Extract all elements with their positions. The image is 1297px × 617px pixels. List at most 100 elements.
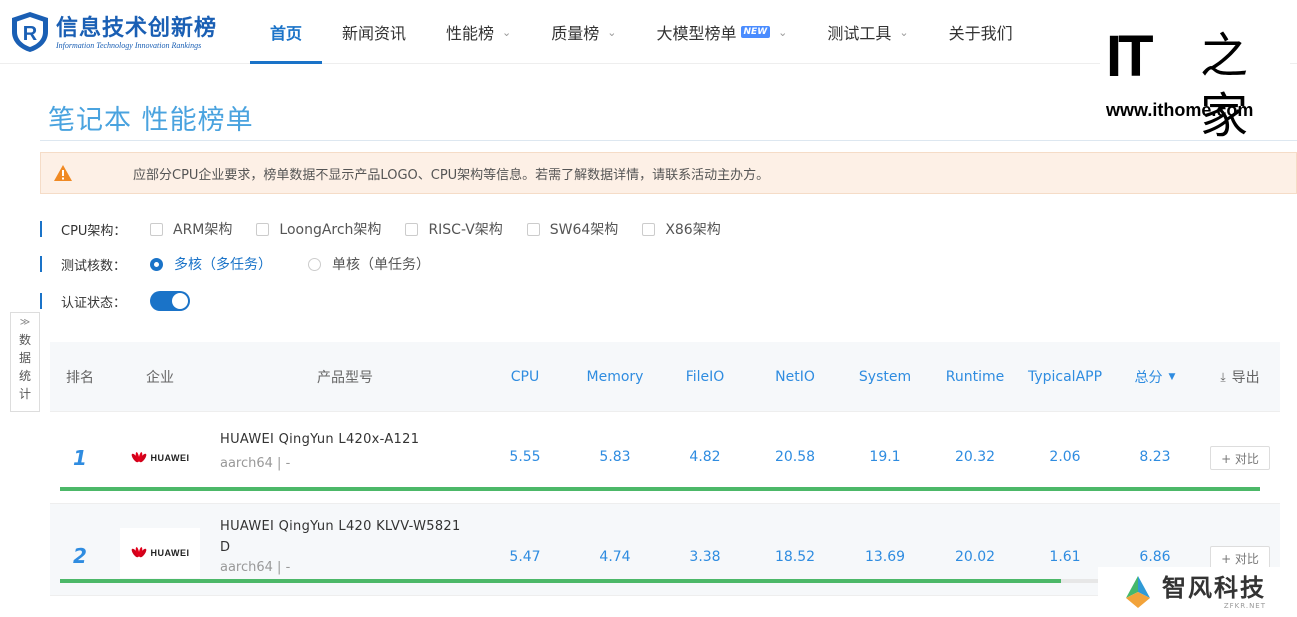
filter-label: 认证状态： bbox=[61, 295, 127, 311]
logo-subtitle: Information Technology Innovation Rankin… bbox=[56, 40, 202, 50]
header-system[interactable]: System bbox=[840, 342, 930, 412]
filter-marker bbox=[40, 293, 42, 309]
checkbox-box[interactable] bbox=[150, 222, 163, 236]
filter-label: 测试核数： bbox=[61, 258, 127, 274]
checkbox-arm[interactable]: ARM架构 bbox=[150, 219, 232, 239]
header-netio[interactable]: NetIO bbox=[750, 342, 840, 412]
radio-dot[interactable] bbox=[150, 257, 163, 271]
side-tab-label: 数据统计 bbox=[18, 333, 31, 401]
brand-name: HUAWEI bbox=[150, 548, 190, 558]
model-name[interactable]: HUAWEI QingYun L420x-A121 bbox=[220, 429, 490, 450]
model-cell: HUAWEI QingYun L420x-A121 aarch64 | - bbox=[220, 429, 490, 471]
ithome-home-mark: 之家 bbox=[1200, 28, 1249, 144]
ithome-url: www.ithome.com bbox=[1106, 100, 1254, 120]
model-cell: HUAWEI QingYun L420 KLVV-W5821 D aarch64… bbox=[220, 516, 490, 575]
cell-memory: 5.83 bbox=[599, 449, 631, 465]
download-icon: ⤓ bbox=[1220, 369, 1226, 384]
notice-alert: 应部分CPU企业要求，榜单数据不显示产品LOGO、CPU架构等信息。若需了解数据… bbox=[40, 152, 1297, 194]
nav-performance[interactable]: 性能榜 ⌄ bbox=[426, 0, 531, 64]
checkbox-riscv[interactable]: RISC-V架构 bbox=[405, 219, 503, 239]
cell-memory: 4.74 bbox=[599, 549, 631, 565]
warning-icon bbox=[43, 164, 83, 182]
sort-down-icon: ▼ bbox=[1168, 372, 1176, 382]
header-total[interactable]: 总分 ▼ bbox=[1110, 342, 1200, 412]
chevron-down-icon: ⌄ bbox=[607, 25, 617, 39]
chevron-down-icon: ⌄ bbox=[778, 25, 788, 39]
checkbox-box[interactable] bbox=[642, 222, 656, 236]
header-cpu[interactable]: CPU bbox=[480, 342, 570, 412]
nav-llm[interactable]: 大模型榜单 NEW ⌄ bbox=[637, 0, 808, 64]
certification-toggle[interactable] bbox=[150, 291, 190, 311]
checkbox-loongarch[interactable]: LoongArch架构 bbox=[256, 219, 381, 239]
cell-runtime: 20.02 bbox=[954, 549, 996, 565]
nav-home[interactable]: 首页 bbox=[250, 0, 323, 64]
header-typicalapp[interactable]: TypicalAPP bbox=[1020, 342, 1110, 412]
cell-netio: 18.52 bbox=[774, 549, 816, 565]
checkbox-box[interactable] bbox=[256, 222, 270, 236]
header-company: 企业 bbox=[146, 370, 174, 386]
zfkr-title: 智风科技 bbox=[1162, 574, 1266, 602]
zfkr-watermark: 智风科技 ZFKR.NET bbox=[1098, 567, 1297, 617]
filter-cpu-arch: CPU架构： ARM架构 LoongArch架构 RISC-V架构 SW64架构… bbox=[40, 217, 745, 241]
cell-total: 6.86 bbox=[1139, 549, 1171, 565]
new-badge: NEW bbox=[740, 26, 771, 38]
checkbox-box[interactable] bbox=[526, 222, 540, 236]
cell-netio: 20.58 bbox=[774, 449, 816, 465]
model-arch: aarch64 | - bbox=[220, 456, 291, 471]
filter-label: CPU架构： bbox=[61, 223, 127, 239]
chevron-down-icon: ⌄ bbox=[502, 25, 512, 39]
alert-message: 应部分CPU企业要求，榜单数据不显示产品LOGO、CPU架构等信息。若需了解数据… bbox=[133, 167, 770, 183]
brand-logo: HUAWEI bbox=[120, 433, 200, 483]
score-progress-bar bbox=[60, 579, 1260, 583]
filter-core-count: 测试核数： 多核（多任务） 单核（单任务） bbox=[40, 252, 466, 276]
checkbox-sw64[interactable]: SW64架构 bbox=[526, 219, 618, 239]
nav-about[interactable]: 关于我们 bbox=[929, 0, 1033, 64]
cell-fileio: 4.82 bbox=[689, 449, 721, 465]
cell-typicalapp: 1.61 bbox=[1049, 549, 1081, 565]
shield-logo-icon: R bbox=[12, 12, 48, 52]
cell-runtime: 20.32 bbox=[954, 449, 996, 465]
filter-marker bbox=[40, 221, 42, 237]
huawei-logo-icon bbox=[131, 452, 146, 463]
ithome-it-mark: IT bbox=[1106, 24, 1154, 89]
svg-text:R: R bbox=[23, 23, 38, 45]
filter-marker bbox=[40, 256, 42, 272]
header-runtime[interactable]: Runtime bbox=[930, 342, 1020, 412]
table-row: 2 HUAWEI HUAWEI QingYun L420 KLVV-W5821 … bbox=[50, 504, 1280, 596]
cell-fileio: 3.38 bbox=[689, 549, 721, 565]
header-rank: 排名 bbox=[66, 370, 94, 386]
cell-cpu: 5.55 bbox=[509, 449, 541, 465]
cell-typicalapp: 2.06 bbox=[1049, 449, 1081, 465]
zfkr-domain: ZFKR.NET bbox=[1223, 602, 1266, 610]
radio-single-core[interactable]: 单核（单任务） bbox=[308, 254, 430, 274]
export-button[interactable]: ⤓ 导出 bbox=[1200, 342, 1280, 412]
title-divider bbox=[40, 140, 1297, 141]
nav-tools[interactable]: 测试工具 ⌄ bbox=[807, 0, 928, 64]
filter-certification: 认证状态： bbox=[40, 289, 190, 313]
brand-name: HUAWEI bbox=[150, 453, 190, 463]
cell-cpu: 5.47 bbox=[509, 549, 541, 565]
zfkr-logo-icon bbox=[1126, 576, 1150, 608]
ranking-table: 排名 企业 产品型号 CPU Memory FileIO NetIO Syste… bbox=[50, 342, 1280, 596]
score-progress-fill bbox=[60, 487, 1260, 491]
chevron-down-icon: ⌄ bbox=[899, 25, 909, 39]
checkbox-x86[interactable]: X86架构 bbox=[642, 219, 721, 239]
data-stats-side-tab[interactable]: ≫ 数据统计 bbox=[10, 312, 40, 412]
page-title: 笔记本 性能榜单 bbox=[48, 105, 254, 136]
cell-system: 19.1 bbox=[869, 449, 901, 465]
radio-dot[interactable] bbox=[308, 257, 321, 271]
huawei-logo-icon bbox=[131, 547, 146, 558]
chevron-double-down-icon: ≫ bbox=[19, 317, 31, 328]
row-rank: 2 bbox=[73, 544, 87, 568]
checkbox-box[interactable] bbox=[405, 222, 419, 236]
compare-button[interactable]: + 对比 bbox=[1210, 446, 1270, 470]
nav-news[interactable]: 新闻资讯 bbox=[322, 0, 426, 64]
header-memory[interactable]: Memory bbox=[570, 342, 660, 412]
table-header: 排名 企业 产品型号 CPU Memory FileIO NetIO Syste… bbox=[50, 342, 1280, 412]
model-name[interactable]: HUAWEI QingYun L420 KLVV-W5821 D bbox=[220, 516, 475, 558]
header-fileio[interactable]: FileIO bbox=[660, 342, 750, 412]
radio-multi-core[interactable]: 多核（多任务） bbox=[150, 254, 272, 274]
nav-quality[interactable]: 质量榜 ⌄ bbox=[531, 0, 636, 64]
score-progress-fill bbox=[60, 579, 1061, 583]
site-logo[interactable]: R 信息技术创新榜 Information Technology Innovat… bbox=[8, 8, 238, 56]
